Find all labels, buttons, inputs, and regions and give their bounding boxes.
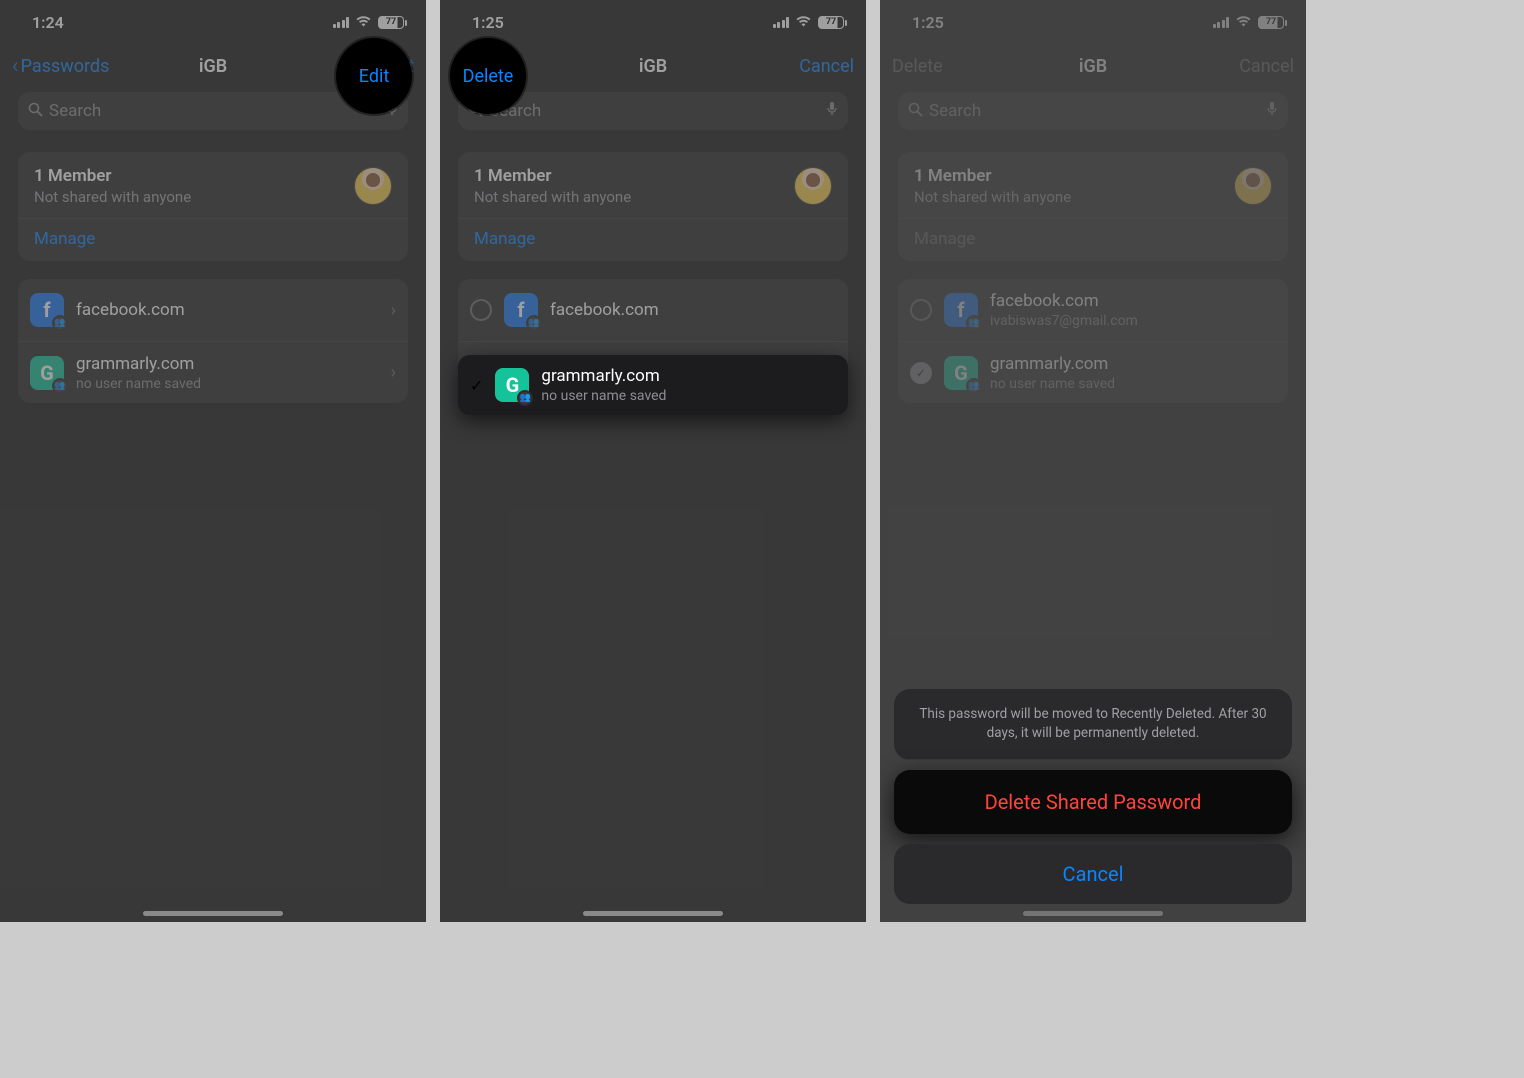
delete-button: Delete: [892, 56, 943, 77]
facebook-icon: f👥: [944, 293, 978, 327]
search-placeholder: Search: [929, 101, 1260, 121]
site-label: facebook.com: [550, 300, 836, 320]
sheet-message: This password will be moved to Recently …: [894, 689, 1292, 760]
password-list: f👥 facebook.com ivabiswas7@gmail.com ✓ G…: [898, 279, 1288, 403]
select-circle: [910, 299, 932, 321]
status-time: 1:25: [912, 13, 944, 32]
status-bar: 1:24 77: [0, 0, 426, 44]
facebook-icon: f👥: [30, 293, 64, 327]
nav-bar: Delete iGB Cancel: [880, 44, 1306, 88]
grammarly-icon: G👥: [30, 356, 64, 390]
status-bar: 1:25 77: [880, 0, 1306, 44]
member-card: 1 Member Not shared with anyone Manage: [18, 152, 408, 261]
highlight-edit: Edit: [336, 38, 412, 114]
search-icon: [908, 102, 923, 121]
screen-2: 1:25 77 Delete iGB Cancel Search: [440, 0, 866, 922]
member-title: 1 Member: [914, 166, 1071, 186]
avatar: [1234, 167, 1272, 205]
status-time: 1:24: [32, 13, 64, 32]
back-button[interactable]: Passwords: [21, 56, 110, 77]
shared-badge-icon: 👥: [526, 315, 542, 331]
grammarly-icon: G👥: [944, 356, 978, 390]
nav-title: iGB: [132, 56, 294, 77]
screen-1: 1:24 77 ‹ Passwords iGB + Edit: [0, 0, 426, 922]
home-indicator[interactable]: [1023, 911, 1163, 916]
site-label: facebook.com: [76, 300, 379, 320]
member-sub: Not shared with anyone: [914, 188, 1071, 206]
search-input: Search: [898, 92, 1288, 130]
nav-title: iGB: [1012, 56, 1174, 77]
highlight-selected-row[interactable]: ✓ G👥 grammarly.com no user name saved: [458, 355, 848, 415]
wifi-icon: [355, 13, 372, 31]
select-circle[interactable]: [470, 299, 492, 321]
member-sub: Not shared with anyone: [34, 188, 191, 206]
list-item: f👥 facebook.com ivabiswas7@gmail.com: [898, 279, 1288, 341]
battery-icon: 77: [378, 16, 404, 29]
member-sub: Not shared with anyone: [474, 188, 631, 206]
site-label: facebook.com: [990, 291, 1276, 311]
shared-badge-icon: 👥: [517, 390, 533, 406]
site-label: grammarly.com: [76, 354, 379, 374]
screen-3: 1:25 77 Delete iGB Cancel Search: [880, 0, 1306, 922]
manage-button: Manage: [914, 229, 1272, 249]
manage-button[interactable]: Manage: [34, 229, 392, 249]
sheet-cancel-button[interactable]: Cancel: [894, 844, 1292, 904]
list-item: ✓ G👥 grammarly.com no user name saved: [898, 341, 1288, 403]
status-bar: 1:25 77: [440, 0, 866, 44]
shared-badge-icon: 👥: [52, 378, 68, 394]
member-title: 1 Member: [474, 166, 631, 186]
site-sub: ivabiswas7@gmail.com: [990, 313, 1276, 329]
site-label: grammarly.com: [990, 354, 1276, 374]
site-sub: no user name saved: [990, 376, 1276, 392]
password-list: f👥 facebook.com › G👥 grammarly.com no us…: [18, 279, 408, 403]
mic-icon: [1266, 101, 1278, 121]
facebook-icon: f👥: [504, 293, 538, 327]
cancel-button[interactable]: Cancel: [799, 56, 854, 77]
battery-icon: 77: [1258, 16, 1284, 29]
list-item[interactable]: G👥 grammarly.com no user name saved ›: [18, 341, 408, 403]
select-circle-checked: ✓: [910, 362, 932, 384]
list-item[interactable]: f👥 facebook.com ›: [18, 279, 408, 341]
cellular-icon: [333, 17, 350, 28]
nav-title: iGB: [572, 56, 734, 77]
search-placeholder: Search: [49, 101, 380, 121]
cellular-icon: [773, 17, 790, 28]
site-sub: no user name saved: [541, 388, 836, 404]
shared-badge-icon: 👥: [52, 315, 68, 331]
select-circle-checked[interactable]: ✓: [470, 376, 483, 395]
mic-icon[interactable]: [826, 101, 838, 121]
avatar[interactable]: [354, 167, 392, 205]
home-indicator[interactable]: [583, 911, 723, 916]
member-title: 1 Member: [34, 166, 191, 186]
list-item[interactable]: f👥 facebook.com: [458, 279, 848, 341]
edit-button-highlight[interactable]: Edit: [359, 66, 389, 87]
back-chevron-icon[interactable]: ‹: [12, 54, 19, 79]
chevron-right-icon: ›: [391, 362, 396, 383]
action-sheet: This password will be moved to Recently …: [894, 689, 1292, 904]
manage-button[interactable]: Manage: [474, 229, 832, 249]
member-card: 1 Member Not shared with anyone Manage: [898, 152, 1288, 261]
delete-shared-password-button[interactable]: Delete Shared Password: [894, 770, 1292, 834]
home-indicator[interactable]: [143, 911, 283, 916]
wifi-icon: [1235, 13, 1252, 31]
chevron-right-icon: ›: [391, 300, 396, 321]
search-icon: [28, 102, 43, 121]
battery-icon: 77: [818, 16, 844, 29]
avatar[interactable]: [794, 167, 832, 205]
site-label: grammarly.com: [541, 366, 836, 386]
highlight-delete: Delete: [450, 38, 526, 114]
delete-button-highlight[interactable]: Delete: [463, 66, 514, 87]
member-card: 1 Member Not shared with anyone Manage: [458, 152, 848, 261]
cancel-button: Cancel: [1239, 56, 1294, 77]
status-time: 1:25: [472, 13, 504, 32]
cellular-icon: [1213, 17, 1230, 28]
shared-badge-icon: 👥: [966, 315, 982, 331]
search-placeholder: Search: [489, 101, 820, 121]
grammarly-icon: G👥: [495, 368, 529, 402]
wifi-icon: [795, 13, 812, 31]
shared-badge-icon: 👥: [966, 378, 982, 394]
site-sub: no user name saved: [76, 376, 379, 392]
